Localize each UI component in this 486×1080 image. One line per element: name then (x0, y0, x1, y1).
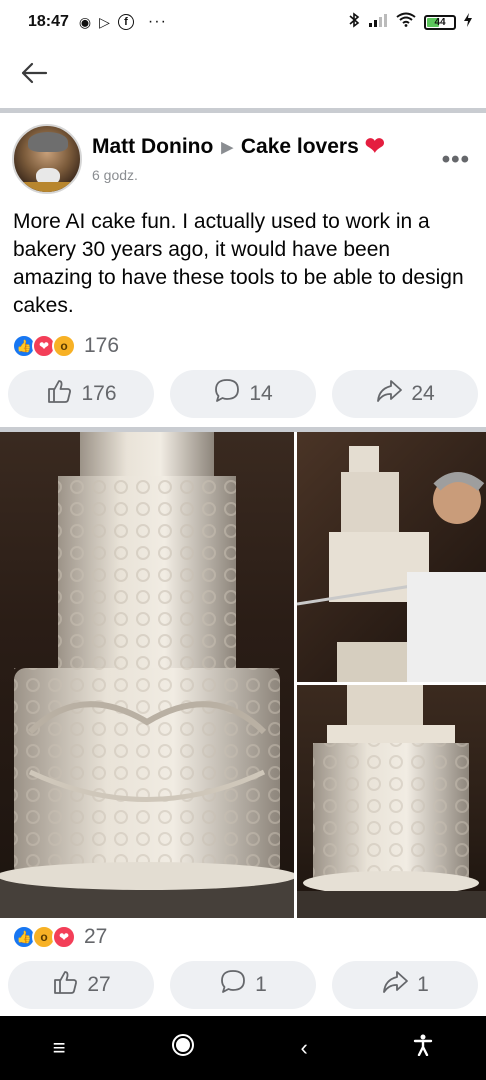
bluetooth-icon (348, 11, 360, 33)
share-button[interactable]: 24 (332, 370, 478, 418)
post-time[interactable]: 6 godz. (92, 167, 385, 183)
reaction-count: 27 (84, 925, 108, 948)
comment-icon (219, 968, 247, 1002)
wifi-icon (396, 12, 416, 32)
share-icon (375, 377, 403, 411)
share-count: 24 (411, 382, 435, 405)
section-divider (0, 108, 486, 113)
battery-icon: 44 (424, 14, 456, 30)
more-options-button[interactable]: ••• (442, 146, 470, 174)
reaction-summary[interactable]: 👍 ❤ o 176 (12, 334, 119, 358)
status-time: 18:47 (28, 13, 69, 30)
share-button[interactable]: 1 (332, 961, 478, 1009)
cake-photo-main[interactable] (0, 432, 294, 918)
like-button[interactable]: 27 (8, 961, 154, 1009)
menu-icon[interactable]: ≡ (53, 1035, 66, 1061)
battery-percent: 44 (434, 16, 446, 28)
back-arrow-icon[interactable] (20, 61, 48, 90)
home-icon[interactable] (171, 1033, 195, 1063)
avatar[interactable] (12, 124, 82, 194)
action-row: 176 14 24 (8, 370, 478, 418)
facebook-icon: f (117, 14, 134, 30)
chat-bubble-icon: ◉ (78, 13, 92, 30)
thumbs-up-icon (51, 968, 79, 1002)
photo-grid (0, 432, 486, 918)
signal-icon (368, 13, 388, 32)
comment-button[interactable]: 14 (170, 370, 316, 418)
system-nav-bar: ≡ ‹ (0, 1016, 486, 1080)
comment-button[interactable]: 1 (170, 961, 316, 1009)
share-count: 1 (417, 973, 429, 996)
reaction-count: 176 (84, 334, 120, 357)
like-button[interactable]: 176 (8, 370, 154, 418)
group-name[interactable]: Cake lovers (241, 135, 359, 159)
like-count: 27 (87, 973, 111, 996)
top-nav (0, 44, 486, 106)
post-header: Matt Donino ▶ Cake lovers ❤ 6 godz. ••• (0, 124, 486, 194)
comment-icon (213, 377, 241, 411)
share-icon (381, 968, 409, 1002)
comment-count: 14 (249, 382, 273, 405)
cake-photo-tiered[interactable] (297, 685, 486, 918)
more-dots-icon: ··· (147, 13, 167, 30)
like-count: 176 (81, 382, 117, 405)
cake-photo-baker[interactable] (297, 432, 486, 682)
post-text: More AI cake fun. I actually used to wor… (13, 210, 464, 317)
charging-icon (464, 12, 472, 32)
back-icon[interactable]: ‹ (300, 1035, 307, 1061)
reaction-summary[interactable]: 👍 o ❤ 27 (12, 925, 107, 949)
love-reaction-icon: ❤ (52, 925, 76, 949)
author-name[interactable]: Matt Donino (92, 135, 213, 159)
play-store-icon: ▷ (99, 13, 110, 30)
comment-count: 1 (255, 973, 267, 996)
status-bar: 18:47 ◉ ▷ f ··· 44 (0, 0, 486, 44)
heart-icon: ❤ (364, 133, 385, 160)
action-row: 27 1 1 (8, 961, 478, 1009)
play-arrow-icon: ▶ (221, 138, 233, 156)
wow-reaction-icon: o (52, 334, 76, 358)
thumbs-up-icon (45, 377, 73, 411)
accessibility-icon[interactable] (413, 1034, 433, 1062)
